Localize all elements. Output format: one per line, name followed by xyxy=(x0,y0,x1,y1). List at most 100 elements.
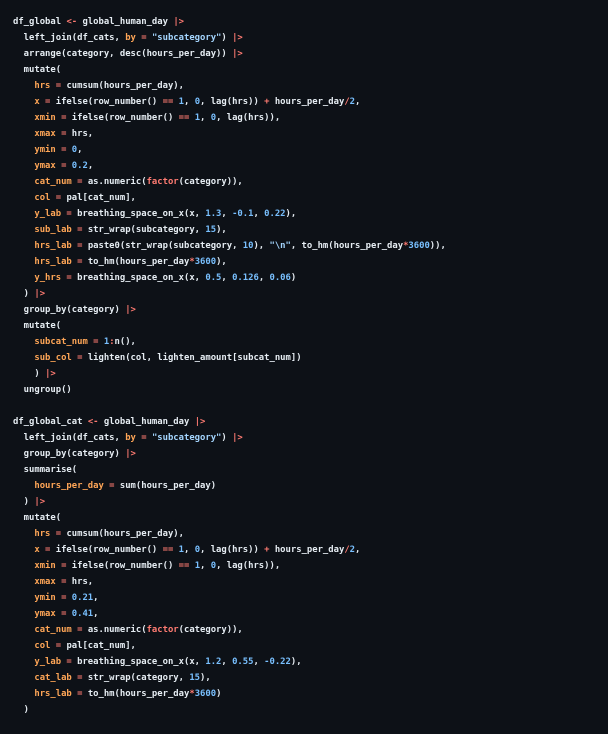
code-token: = xyxy=(61,209,78,219)
code-token: -0.1 xyxy=(232,209,254,219)
code-token: str_wrap(category, xyxy=(87,673,190,683)
code-token: 3600 xyxy=(408,241,430,251)
code-token: = xyxy=(39,545,56,555)
code-token: |> xyxy=(34,289,46,299)
code-line: hours_per_day = sum(hours_per_day) xyxy=(13,478,608,494)
code-token: , to_hm(hours_per_day xyxy=(290,241,404,251)
code-token: global_human_day xyxy=(77,17,174,27)
code-token: 15 xyxy=(189,673,201,683)
code-token: cumsum(hours_per_day), xyxy=(66,81,184,91)
code-token: lighten(col, lighten_amount[subcat_num]) xyxy=(87,353,302,363)
code-token: xmin xyxy=(34,561,56,571)
code-token: 0.5 xyxy=(205,273,222,283)
code-token: |> xyxy=(232,433,243,443)
code-line: sub_col = lighten(col, lighten_amount[su… xyxy=(13,350,608,366)
code-token: = xyxy=(103,481,120,491)
code-token: 10 xyxy=(242,241,254,251)
code-token: as.numeric( xyxy=(87,177,147,187)
code-token: = xyxy=(71,673,88,683)
code-token: = xyxy=(55,113,72,123)
code-token: 1.3 xyxy=(205,209,222,219)
code-token: (category)), xyxy=(178,177,243,187)
code-token: , xyxy=(93,609,99,619)
code-token: = xyxy=(55,145,72,155)
code-token: str_wrap(subcategory, xyxy=(87,225,206,235)
code-token: == xyxy=(162,545,174,555)
code-token: , xyxy=(87,161,94,171)
code-token: df_global xyxy=(13,17,67,27)
code-token: == xyxy=(178,113,190,123)
code-line: ymax = 0.41, xyxy=(13,606,608,622)
code-token: hrs xyxy=(34,529,51,539)
code-token: by xyxy=(125,433,136,443)
code-token: 0.41 xyxy=(71,609,94,619)
code-line: df_global_cat <- global_human_day |> xyxy=(13,414,608,430)
code-line: df_global <- global_human_day |> xyxy=(13,14,608,30)
code-token: ifelse(row_number() xyxy=(55,545,163,555)
code-token: 15 xyxy=(205,225,217,235)
code-line: ymin = 0.21, xyxy=(13,590,608,606)
code-token: cat_num xyxy=(34,177,72,187)
code-token: == xyxy=(178,561,190,571)
code-line: group_by(category) |> xyxy=(13,446,608,462)
code-token: ) xyxy=(221,33,233,43)
code-token: = xyxy=(55,561,72,571)
code-token: breathing_space_on_x(x, xyxy=(77,657,206,667)
code-line: sub_lab = str_wrap(subcategory, 15), xyxy=(13,222,608,238)
code-line: ) xyxy=(13,702,608,718)
code-line: ungroup() xyxy=(13,382,608,398)
code-token: hrs_lab xyxy=(34,689,72,699)
code-token: |> xyxy=(125,449,136,459)
code-token: = xyxy=(135,33,152,43)
code-token: mutate( xyxy=(13,321,62,331)
code-token: = xyxy=(50,529,67,539)
code-token: n(), xyxy=(114,337,136,347)
code-token: left_join(df_cats, xyxy=(13,33,126,43)
code-line: y_lab = breathing_space_on_x(x, 1.3, -0.… xyxy=(13,206,608,222)
code-token: = xyxy=(71,257,88,267)
code-line: col = pal[cat_num], xyxy=(13,190,608,206)
code-token: ), xyxy=(200,673,211,683)
code-block: df_global <- global_human_day |> left_jo… xyxy=(0,0,608,734)
code-line: xmax = hrs, xyxy=(13,126,608,142)
code-line: ymax = 0.2, xyxy=(13,158,608,174)
code-token: == xyxy=(162,97,174,107)
code-token: pal[cat_num], xyxy=(66,193,136,203)
code-token: , xyxy=(221,209,233,219)
code-token: , xyxy=(355,97,361,107)
code-line: ) |> xyxy=(13,494,608,510)
code-token: 0.55 xyxy=(232,657,254,667)
code-token: as.numeric( xyxy=(87,625,147,635)
code-token: to_hm(hours_per_day xyxy=(87,689,190,699)
code-token: |> xyxy=(45,369,56,379)
code-token: sub_col xyxy=(34,353,72,363)
code-token: y_lab xyxy=(34,657,62,667)
code-token: summarise( xyxy=(13,465,78,475)
code-token: pal[cat_num], xyxy=(66,641,136,651)
code-token: cat_lab xyxy=(34,673,72,683)
code-line: hrs = cumsum(hours_per_day), xyxy=(13,78,608,94)
code-token: |> xyxy=(125,305,136,315)
code-token: ) xyxy=(290,273,297,283)
code-token: 0.126 xyxy=(232,273,259,283)
code-token: 0.06 xyxy=(269,273,291,283)
code-line: xmin = ifelse(row_number() == 1, 0, lag(… xyxy=(13,558,608,574)
code-token: = xyxy=(55,129,72,139)
code-token: ymin xyxy=(34,145,56,155)
code-line: summarise( xyxy=(13,462,608,478)
code-token: hrs, xyxy=(71,129,94,139)
code-token: ) xyxy=(13,705,30,715)
code-token: "\n" xyxy=(269,241,291,251)
code-token: cat_num xyxy=(34,625,72,635)
